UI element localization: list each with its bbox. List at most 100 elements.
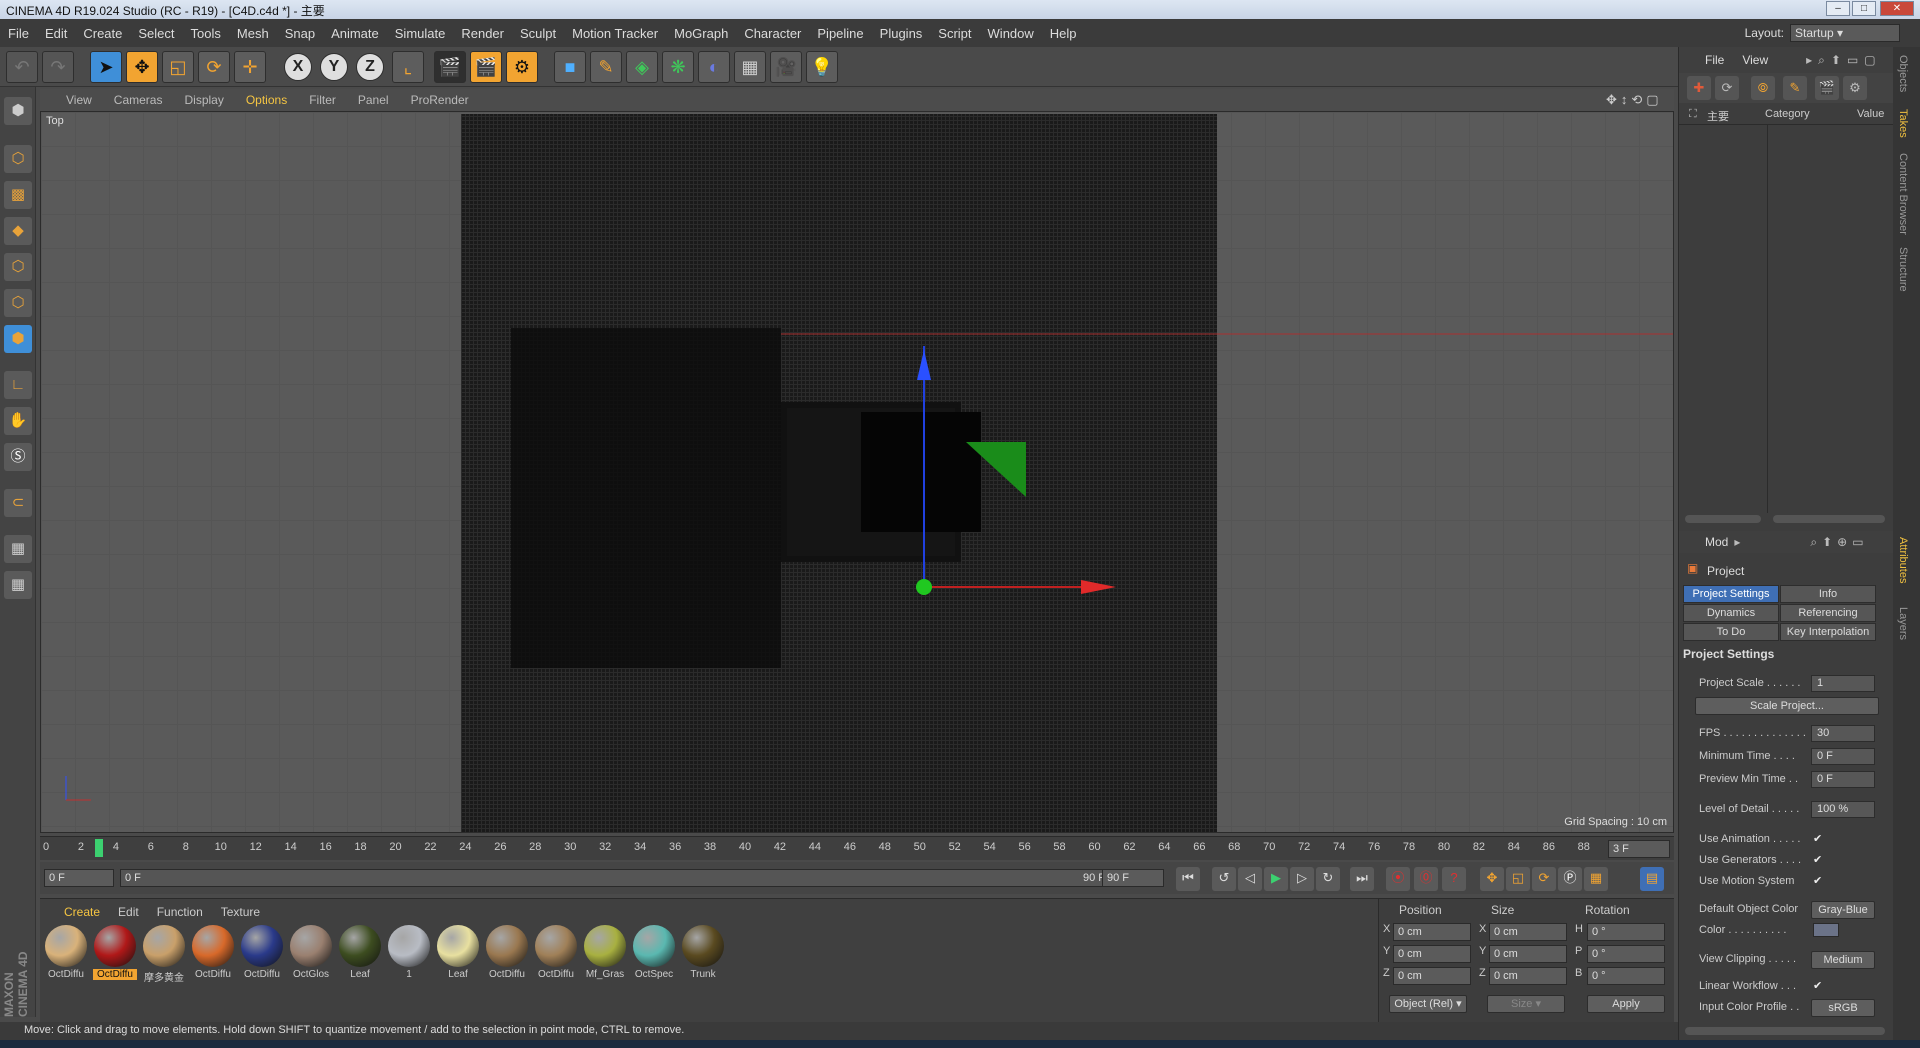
material-menu-create[interactable]: Create: [64, 905, 100, 919]
menu-simulate[interactable]: Simulate: [395, 26, 446, 41]
take-expand-icon[interactable]: ⛶: [1689, 108, 1697, 121]
attr-mode-arrow-icon[interactable]: ▸: [1734, 535, 1740, 549]
model-mode-icon[interactable]: ⬡: [4, 145, 32, 173]
workplane-mode-icon[interactable]: ◆: [4, 217, 32, 245]
tab-info[interactable]: Info: [1780, 585, 1876, 603]
viewport-menu-options[interactable]: Options: [246, 93, 287, 107]
material-swatch[interactable]: OctDiffu: [93, 925, 137, 985]
tweak-mode-icon[interactable]: ✋: [4, 407, 32, 435]
menu-select[interactable]: Select: [138, 26, 174, 41]
key-pla-icon[interactable]: ▦: [1584, 867, 1608, 891]
deformer-icon[interactable]: ◐: [698, 51, 730, 83]
menu-create[interactable]: Create: [83, 26, 122, 41]
menu-animate[interactable]: Animate: [331, 26, 379, 41]
timeline-window-icon[interactable]: ▤: [1640, 867, 1664, 891]
prev-key-icon[interactable]: ↺: [1212, 867, 1236, 891]
size-mode-dropdown[interactable]: Size ▾: [1487, 995, 1565, 1013]
scale-icon[interactable]: ◱: [162, 51, 194, 83]
autokey-icon[interactable]: ⓪: [1414, 867, 1438, 891]
cloner-icon[interactable]: ❋: [662, 51, 694, 83]
auto-take-icon[interactable]: ⦾: [1751, 76, 1775, 100]
y-axis-icon[interactable]: Y: [320, 53, 348, 81]
redo-icon[interactable]: ↷: [42, 51, 74, 83]
coord-mode-dropdown[interactable]: Object (Rel) ▾: [1389, 995, 1467, 1013]
material-swatch[interactable]: OctDiffu: [485, 925, 529, 985]
subdivision-icon[interactable]: ◈: [626, 51, 658, 83]
material-swatch[interactable]: 1: [387, 925, 431, 985]
render-take-icon[interactable]: 🎬: [1815, 76, 1839, 100]
goto-end-icon[interactable]: ⏭: [1350, 867, 1374, 891]
menu-pipeline[interactable]: Pipeline: [817, 26, 863, 41]
menu-help[interactable]: Help: [1050, 26, 1077, 41]
fps-field[interactable]: 30: [1811, 725, 1875, 742]
x-axis-icon[interactable]: X: [284, 53, 312, 81]
end-frame-field[interactable]: 90 F: [1102, 869, 1164, 887]
main-take-label[interactable]: 主要: [1707, 108, 1729, 124]
cube-icon[interactable]: ■: [554, 51, 586, 83]
lock-workplane-icon[interactable]: ▦: [4, 535, 32, 563]
material-menu-edit[interactable]: Edit: [118, 905, 139, 919]
next-frame-icon[interactable]: ▷: [1290, 867, 1314, 891]
min-time-field[interactable]: 0 F: [1811, 748, 1875, 765]
menu-snap[interactable]: Snap: [285, 26, 315, 41]
render-picture-icon[interactable]: 🎬: [470, 51, 502, 83]
take-add-icon[interactable]: ✚: [1687, 76, 1711, 100]
obj-scrollbar-right[interactable]: [1773, 515, 1885, 523]
material-menu-texture[interactable]: Texture: [221, 905, 260, 919]
polygons-mode-icon[interactable]: ⬢: [4, 325, 32, 353]
menu-mograph[interactable]: MoGraph: [674, 26, 728, 41]
menu-sculpt[interactable]: Sculpt: [520, 26, 556, 41]
material-swatch[interactable]: OctDiffu: [240, 925, 284, 985]
viewport-menu-display[interactable]: Display: [184, 93, 223, 107]
material-swatch[interactable]: Leaf: [436, 925, 480, 985]
texture-mode-icon[interactable]: ▩: [4, 181, 32, 209]
tab-dynamics[interactable]: Dynamics: [1683, 604, 1779, 622]
viewport-menu-cameras[interactable]: Cameras: [114, 93, 163, 107]
undo-icon[interactable]: ↶: [6, 51, 38, 83]
current-frame-field[interactable]: 3 F: [1608, 840, 1670, 858]
input-profile-dropdown[interactable]: sRGB: [1811, 999, 1875, 1017]
view-clipping-dropdown[interactable]: Medium: [1811, 951, 1875, 969]
use-motion-checkbox[interactable]: ✔: [1813, 874, 1822, 887]
menu-window[interactable]: Window: [988, 26, 1034, 41]
material-swatch[interactable]: Mf_Gras: [583, 925, 627, 985]
obj-menu-file[interactable]: File: [1705, 53, 1724, 67]
side-tab-takes[interactable]: Takes: [1897, 109, 1909, 138]
planar-workplane-icon[interactable]: ▦: [4, 571, 32, 599]
attr-search-icon[interactable]: ⌕⬆⊕▭: [1810, 535, 1868, 550]
material-swatch[interactable]: OctDiffu: [191, 925, 235, 985]
menu-character[interactable]: Character: [744, 26, 801, 41]
size-field[interactable]: 0 cm: [1489, 923, 1567, 941]
use-animation-checkbox[interactable]: ✔: [1813, 832, 1822, 845]
menu-script[interactable]: Script: [938, 26, 971, 41]
axis-gizmo[interactable]: [41, 112, 1674, 833]
playhead[interactable]: [95, 839, 104, 857]
position-field[interactable]: 0 cm: [1393, 923, 1471, 941]
viewport-menu-panel[interactable]: Panel: [358, 93, 389, 107]
linear-workflow-checkbox[interactable]: ✔: [1813, 979, 1822, 992]
material-menu-function[interactable]: Function: [157, 905, 203, 919]
material-swatch[interactable]: OctSpec: [632, 925, 676, 985]
take-clone-icon[interactable]: ⟳: [1715, 76, 1739, 100]
next-key-icon[interactable]: ↻: [1316, 867, 1340, 891]
rotation-field[interactable]: 0 °: [1587, 923, 1665, 941]
record-icon[interactable]: ⦿: [1386, 867, 1410, 891]
goto-start-icon[interactable]: ⏮: [1176, 867, 1200, 891]
obj-scrollbar-left[interactable]: [1685, 515, 1761, 523]
menu-file[interactable]: File: [8, 26, 29, 41]
position-field[interactable]: 0 cm: [1393, 967, 1471, 985]
menu-motion-tracker[interactable]: Motion Tracker: [572, 26, 658, 41]
keyframe-selection-icon[interactable]: ?: [1442, 867, 1466, 891]
side-tab-layers[interactable]: Layers: [1897, 607, 1909, 640]
camera-icon[interactable]: 🎥: [770, 51, 802, 83]
viewport-menu-prorender[interactable]: ProRender: [411, 93, 469, 107]
points-mode-icon[interactable]: ⬡: [4, 253, 32, 281]
attr-mode-menu[interactable]: Mod: [1705, 535, 1728, 549]
range-slider[interactable]: 0 F 90 F: [120, 869, 1120, 887]
timeline-ruler[interactable]: 0 2 4 6 8 10 12 14 16 18 20 22 24 26 28 30 32 34 36 38 40 42 4…: [40, 836, 1674, 860]
key-rotation-icon[interactable]: ⟳: [1532, 867, 1556, 891]
z-axis-icon[interactable]: Z: [356, 53, 384, 81]
menu-plugins[interactable]: Plugins: [880, 26, 923, 41]
take-settings-icon[interactable]: ⚙: [1843, 76, 1867, 100]
maximize-button[interactable]: □: [1852, 1, 1876, 16]
